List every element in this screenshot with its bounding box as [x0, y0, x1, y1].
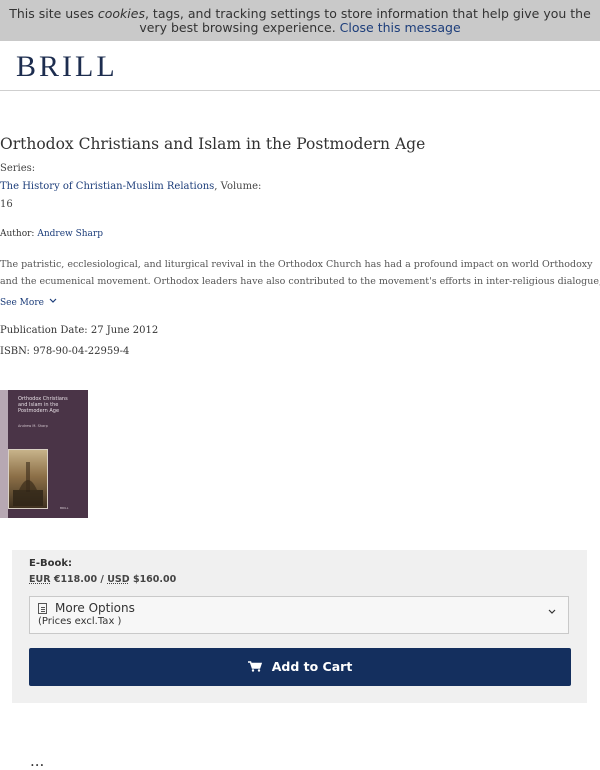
close-cookie-link[interactable]: Close this message — [340, 20, 461, 35]
book-description: The patristic, ecclesiological, and litu… — [0, 256, 600, 288]
cover-author: Andrew M. Sharp — [18, 424, 48, 428]
add-to-cart-button[interactable]: Add to Cart — [29, 648, 571, 686]
book-cover[interactable]: Orthodox Christians and Islam in the Pos… — [0, 390, 88, 518]
header-divider — [0, 90, 600, 91]
price-row: EUR €118.00 / USD $160.00 — [29, 574, 176, 585]
isbn: ISBN: 978-90-04-22959-4 — [0, 346, 130, 357]
eur-code: EUR — [29, 574, 51, 585]
price-separator: / — [97, 574, 108, 585]
description-line-1: The patristic, ecclesiological, and litu… — [0, 259, 593, 270]
see-more-label: See More — [0, 298, 44, 308]
volume-label: , Volume: — [214, 181, 262, 192]
series-link[interactable]: The History of Christian-Muslim Relation… — [0, 181, 214, 192]
purchase-box: E-Book: EUR €118.00 / USD $160.00 More O… — [12, 550, 587, 703]
cover-title-line-3: Postmodern Age — [18, 408, 60, 414]
author-row: Author: Andrew Sharp — [0, 229, 103, 239]
series-row: The History of Christian-Muslim Relation… — [0, 181, 261, 192]
add-to-cart-label: Add to Cart — [271, 659, 353, 674]
document-icon — [38, 603, 47, 614]
brill-logo[interactable]: BRILL — [16, 50, 118, 84]
see-more-button[interactable]: See More — [0, 298, 57, 308]
cookie-text-before: This site uses — [9, 6, 98, 21]
author-link[interactable]: Andrew Sharp — [37, 229, 103, 239]
cover-photo — [8, 449, 48, 509]
description-line-2: and the ecumenical movement. Orthodox le… — [0, 276, 600, 287]
mosque-illustration-icon — [13, 462, 43, 506]
more-options-select[interactable]: More Options (Prices excl.Tax ) — [29, 596, 569, 634]
cookie-word: cookies — [97, 6, 145, 21]
cover-title: Orthodox Christians and Islam in the Pos… — [18, 396, 68, 414]
more-options-label: More Options — [55, 601, 135, 615]
book-title: Orthodox Christians and Islam in the Pos… — [0, 135, 426, 153]
usd-price: $160.00 — [129, 574, 177, 585]
chevron-down-icon — [548, 609, 556, 614]
cookie-banner: This site uses cookies, tags, and tracki… — [0, 0, 600, 41]
chevron-down-icon — [49, 298, 57, 303]
author-label: Author: — [0, 229, 38, 239]
series-label: Series: — [0, 163, 36, 174]
prices-note: (Prices excl.Tax ) — [38, 616, 122, 627]
usd-code: USD — [107, 574, 130, 585]
volume-number: 16 — [0, 199, 13, 210]
publication-date: Publication Date: 27 June 2012 — [0, 325, 159, 336]
eur-price: €118.00 — [50, 574, 98, 585]
next-section-heading: ... — [30, 752, 45, 770]
cover-publisher: BRILL — [60, 506, 69, 510]
shopping-cart-icon — [247, 661, 262, 672]
format-label: E-Book: — [29, 558, 72, 569]
add-to-cart-content: Add to Cart — [29, 659, 571, 674]
cover-spine-strip — [0, 390, 8, 518]
